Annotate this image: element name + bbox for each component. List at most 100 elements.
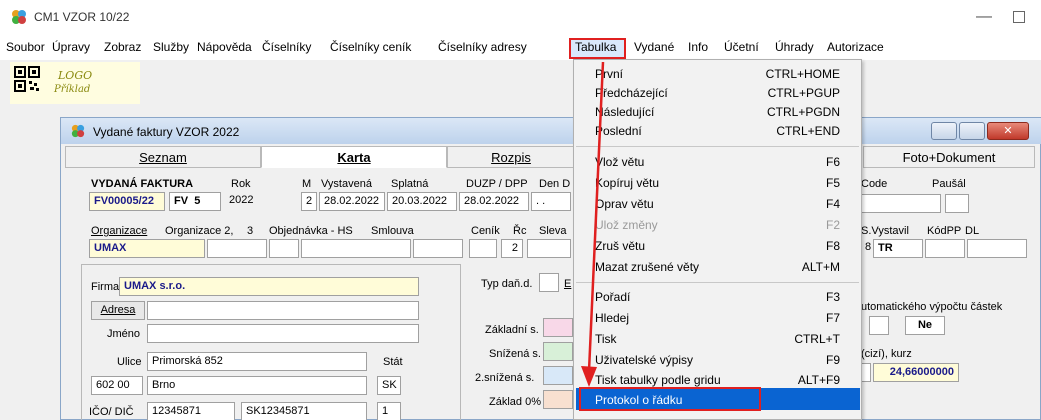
splatna-field[interactable]: 20.03.2022 bbox=[387, 192, 457, 211]
app-logo-icon bbox=[71, 124, 85, 138]
mesto-field[interactable]: Brno bbox=[147, 376, 367, 395]
tab-rozpis[interactable]: Rozpis bbox=[447, 146, 575, 168]
menu-item-posledni[interactable]: Poslední CTRL+END bbox=[595, 121, 840, 141]
menu-item-uzivatelske-vypisy[interactable]: Uživatelské výpisy F9 bbox=[595, 350, 840, 370]
menu-item-kopiruj-vetu[interactable]: Kopíruj větu F5 bbox=[595, 173, 840, 193]
menu-soubor[interactable]: Soubor bbox=[6, 40, 45, 54]
menu-vydane[interactable]: Vydané bbox=[634, 40, 674, 54]
menu-ciselniky-adresy[interactable]: Číselníky adresy bbox=[438, 40, 527, 54]
m-label: M bbox=[302, 178, 312, 190]
snizena-sazba-field[interactable] bbox=[543, 342, 573, 361]
menu-upravy[interactable]: Úpravy bbox=[52, 40, 90, 54]
menu-uhrady[interactable]: Úhrady bbox=[775, 40, 814, 54]
menu-item-vloz-vetu[interactable]: Vlož větu F6 bbox=[595, 152, 840, 172]
tab-karta[interactable]: Karta bbox=[261, 146, 447, 168]
organizace-field[interactable]: UMAX bbox=[89, 239, 205, 258]
menu-info[interactable]: Info bbox=[688, 40, 708, 54]
child-close-button[interactable]: ✕ bbox=[987, 122, 1029, 140]
month-field[interactable]: 2 bbox=[301, 192, 317, 211]
maximize-button[interactable] bbox=[1013, 11, 1025, 23]
menu-sluzby[interactable]: Služby bbox=[153, 40, 189, 54]
kodpp-field[interactable] bbox=[925, 239, 965, 258]
typ-dan-value: E bbox=[564, 278, 572, 290]
minimize-button[interactable]: — bbox=[972, 6, 996, 28]
snizena2-sazba-field[interactable] bbox=[543, 366, 573, 385]
menu-item-zrus-vetu[interactable]: Zruš větu F8 bbox=[595, 236, 840, 256]
vystavil-label: S.Vystavil bbox=[861, 225, 909, 237]
zakladni-sazba-label: Základní s. bbox=[485, 324, 539, 336]
menu-item-tisk[interactable]: Tisk CTRL+T bbox=[595, 329, 840, 349]
menu-zobraz[interactable]: Zobraz bbox=[104, 40, 141, 54]
code-field[interactable] bbox=[861, 194, 941, 213]
child-minimize-button[interactable] bbox=[931, 122, 957, 140]
tabulka-dropdown-menu: První CTRL+HOME Předcházející CTRL+PGUP Ná… bbox=[573, 59, 862, 420]
dl-field[interactable] bbox=[967, 239, 1027, 258]
auto-calc-field[interactable] bbox=[869, 316, 889, 335]
child-maximize-button[interactable] bbox=[959, 122, 985, 140]
typ-dan-field[interactable] bbox=[539, 273, 559, 292]
invoice-type-label: VYDANÁ FAKTURA bbox=[91, 178, 194, 190]
menu-item-poradi[interactable]: Pořadí F3 bbox=[595, 287, 840, 307]
tab-seznam[interactable]: Seznam bbox=[65, 146, 261, 168]
doklad-field[interactable]: FV00005/22 bbox=[89, 192, 165, 211]
cizi-field[interactable] bbox=[861, 363, 871, 382]
menu-item-prvni[interactable]: První CTRL+HOME bbox=[595, 64, 840, 84]
organizace2-field[interactable] bbox=[207, 239, 267, 258]
snizena2-sazba-label: 2.snížená s. bbox=[475, 372, 535, 384]
ico-field[interactable]: 12345871 bbox=[147, 402, 235, 420]
psc-field[interactable]: 602 00 bbox=[91, 376, 143, 395]
duzp-field[interactable]: 28.02.2022 bbox=[459, 192, 529, 211]
menu-item-oprav-vetu[interactable]: Oprav větu F4 bbox=[595, 194, 840, 214]
snizena-sazba-label: Snížená s. bbox=[489, 348, 541, 360]
stat-field[interactable]: SK bbox=[377, 376, 401, 395]
objednavka-label: Objednávka - HS bbox=[269, 225, 353, 237]
vystavil-field[interactable]: TR bbox=[873, 239, 923, 258]
tab-foto-dokument[interactable]: Foto+Dokument bbox=[863, 146, 1035, 168]
organizace3-field[interactable] bbox=[269, 239, 299, 258]
logo-area: LOGO Příklad bbox=[10, 62, 140, 104]
menu-item-predchazejici[interactable]: Předcházející CTRL+PGUP bbox=[595, 83, 840, 103]
menu-napoveda[interactable]: Nápověda bbox=[197, 40, 252, 54]
dic-field[interactable]: SK12345871 bbox=[241, 402, 367, 420]
den-d-label: Den D bbox=[539, 178, 571, 190]
menu-ucetni[interactable]: Účetní bbox=[724, 40, 759, 54]
sleva-field[interactable] bbox=[527, 239, 571, 258]
objednavka-field[interactable] bbox=[301, 239, 411, 258]
sleva-label: Sleva bbox=[539, 225, 567, 237]
rc-field[interactable]: 2 bbox=[501, 239, 523, 258]
menu-ciselniky-cenik[interactable]: Číselníky ceník bbox=[330, 40, 411, 54]
cenik-field[interactable] bbox=[469, 239, 497, 258]
menu-ciselniky[interactable]: Číselníky bbox=[262, 40, 311, 54]
den-d-field[interactable]: . . bbox=[531, 192, 571, 211]
cenik-label: Ceník bbox=[471, 225, 500, 237]
vystavil-prefix: 8 bbox=[865, 241, 871, 253]
duzp-label: DUZP / DPP bbox=[466, 178, 528, 190]
zaklad0-field[interactable] bbox=[543, 390, 573, 409]
ulice-field[interactable]: Primorská 852 bbox=[147, 352, 367, 371]
pausal-field[interactable] bbox=[945, 194, 969, 213]
menu-item-nasledujici[interactable]: Následující CTRL+PGDN bbox=[595, 102, 840, 122]
zakladni-sazba-field[interactable] bbox=[543, 318, 573, 337]
jmeno-field[interactable] bbox=[147, 324, 419, 343]
menu-item-hledej[interactable]: Hledej F7 bbox=[595, 308, 840, 328]
menu-tabulka[interactable]: Tabulka bbox=[575, 40, 616, 54]
logo-text: LOGO bbox=[58, 69, 93, 82]
adresa-field[interactable] bbox=[147, 301, 419, 320]
window-title: CM1 VZOR 10/22 bbox=[34, 10, 130, 24]
app-logo-icon bbox=[12, 10, 26, 24]
firma-field[interactable]: UMAX s.r.o. bbox=[119, 277, 419, 296]
menu-separator bbox=[576, 282, 859, 283]
rada-field[interactable]: FV 5 bbox=[169, 192, 221, 211]
kurz-field[interactable]: 24,66000000 bbox=[873, 363, 959, 382]
invoice-window: Vydané faktury VZOR 2022 ✕ Seznam Karta … bbox=[60, 117, 1041, 420]
menu-item-mazat-zrusene[interactable]: Mazat zrušené věty ALT+M bbox=[595, 257, 840, 277]
organizace2-label: Organizace 2, bbox=[165, 225, 234, 237]
ico-dic-label: IČO/ DIČ bbox=[89, 406, 134, 418]
menu-autorizace[interactable]: Autorizace bbox=[827, 40, 884, 54]
ico-dic-number-field[interactable]: 1 bbox=[377, 402, 401, 420]
menu-item-uloz-zmeny: Ulož změny F2 bbox=[595, 218, 840, 232]
auto-calc-ne-field[interactable]: Ne bbox=[905, 316, 945, 335]
vystavena-field[interactable]: 28.02.2022 bbox=[319, 192, 385, 211]
smlouva-field[interactable] bbox=[413, 239, 463, 258]
adresa-button[interactable]: Adresa bbox=[91, 301, 145, 320]
